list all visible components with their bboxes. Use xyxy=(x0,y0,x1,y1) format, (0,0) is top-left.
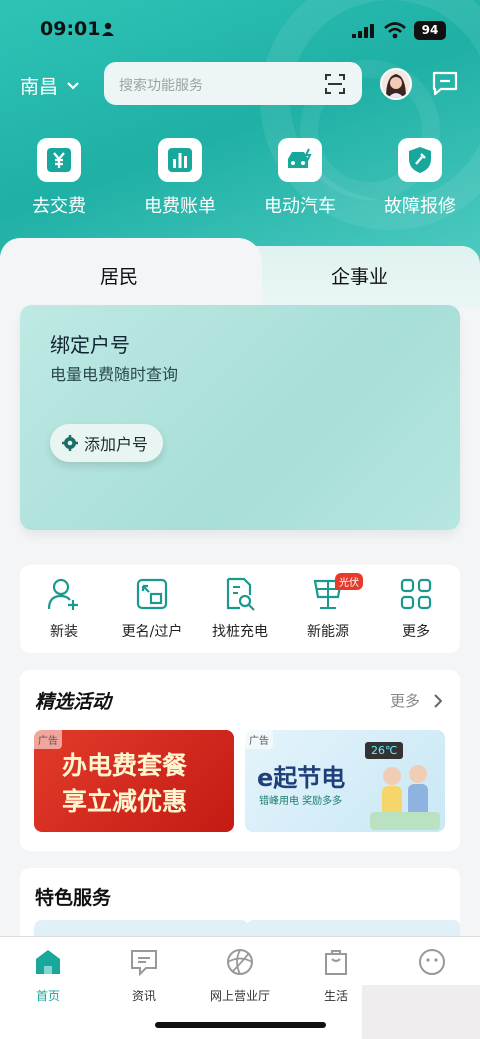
tab-profile[interactable] xyxy=(392,947,472,987)
status-bar: 09:01 94 xyxy=(0,0,480,60)
tab-label: 网上营业厅 xyxy=(209,989,270,1003)
smile-icon xyxy=(419,949,445,975)
tab-label: 首页 xyxy=(35,989,60,1003)
battery-icon: 94 xyxy=(414,21,446,40)
banner2-title: e起节电 xyxy=(257,764,346,792)
quick-action-ev[interactable]: 电动汽车 xyxy=(250,138,350,218)
transfer-icon xyxy=(136,578,168,610)
city-selector[interactable]: 南昌 xyxy=(20,72,80,99)
chat-icon xyxy=(131,950,157,977)
service-label: 新装 xyxy=(50,624,78,640)
home-indicator[interactable] xyxy=(155,1022,326,1028)
banner1-line2: 享立减优惠 xyxy=(62,787,188,816)
activities-more-link[interactable]: 更多 xyxy=(390,690,442,711)
tab-enterprise-label: 企事业 xyxy=(331,266,389,288)
service-more[interactable]: 更多 xyxy=(372,577,460,641)
battery-level: 94 xyxy=(421,23,439,37)
activities-more-label: 更多 xyxy=(389,692,420,710)
add-account-label: 添加户号 xyxy=(84,435,149,454)
gear-icon xyxy=(62,435,78,451)
avatar[interactable] xyxy=(380,68,412,100)
activities-title: 精选活动 xyxy=(35,691,112,713)
signal-icon xyxy=(352,24,374,38)
service-label: 更多 xyxy=(402,624,430,640)
corner-overlay xyxy=(362,985,480,1039)
search-doc-icon xyxy=(226,577,255,611)
chevron-down-icon xyxy=(67,81,79,90)
family-illustration xyxy=(370,765,440,830)
quick-action-label: 去交费 xyxy=(32,196,86,217)
tab-resident-label: 居民 xyxy=(100,266,139,288)
quick-action-label: 故障报修 xyxy=(384,196,456,217)
service-label: 找桩充电 xyxy=(212,624,268,640)
tab-news[interactable]: 资讯 xyxy=(104,947,184,1004)
banner2-subtitle: 错峰用电 奖励多多 xyxy=(259,796,343,807)
add-account-button[interactable]: 添加户号 xyxy=(50,424,163,462)
wifi-icon xyxy=(384,22,406,39)
service-label: 新能源 xyxy=(307,624,349,640)
banner2-temperature: 26℃ xyxy=(365,742,404,759)
banner1-line1: 办电费套餐 xyxy=(62,751,188,780)
ev-car-icon xyxy=(278,138,322,182)
featured-title: 特色服务 xyxy=(35,887,112,909)
tab-label: 资讯 xyxy=(131,989,156,1003)
bind-card-title: 绑定户号 xyxy=(50,333,130,357)
search-input[interactable]: 搜索功能服务 xyxy=(104,62,362,105)
bind-account-card: 绑定户号 电量电费随时查询 添加户号 xyxy=(20,305,460,530)
banner-bill-package[interactable]: 广告 办电费套餐 享立减优惠 xyxy=(34,730,234,832)
search-placeholder: 搜索功能服务 xyxy=(119,78,203,94)
service-transfer[interactable]: 更名/过户 xyxy=(108,577,196,641)
grid-icon xyxy=(400,578,432,610)
banner-energy-saving[interactable]: 广告 26℃ e起节电 错峰用电 奖励多多 xyxy=(245,730,445,832)
message-icon[interactable] xyxy=(432,71,458,97)
service-label: 更名/过户 xyxy=(121,624,183,640)
quick-action-label: 电费账单 xyxy=(144,196,216,217)
user-add-icon xyxy=(47,578,78,610)
city-label: 南昌 xyxy=(20,76,59,98)
quick-action-label: 电动汽车 xyxy=(264,196,336,217)
quick-action-pay[interactable]: 去交费 xyxy=(9,138,109,218)
quick-action-bill[interactable]: 电费账单 xyxy=(130,138,230,218)
service-new-install[interactable]: 新装 xyxy=(20,577,108,641)
shield-wrench-icon xyxy=(398,138,442,182)
home-icon xyxy=(36,950,60,974)
globe-icon xyxy=(227,949,253,975)
ad-tag: 广告 xyxy=(34,730,62,749)
bag-icon xyxy=(325,950,347,975)
ad-tag: 广告 xyxy=(245,730,273,749)
person-icon xyxy=(102,22,114,36)
avatar-image xyxy=(382,70,410,98)
activities-section: 精选活动 更多 广告 办电费套餐 享立减优惠 广告 26℃ e起节电 错峰用电 … xyxy=(20,670,460,851)
chevron-right-icon xyxy=(434,693,442,708)
scan-icon[interactable] xyxy=(325,74,345,94)
service-new-energy[interactable]: 光伏 新能源 xyxy=(284,573,372,641)
tab-online-hall[interactable]: 网上营业厅 xyxy=(200,947,280,1004)
service-find-charger[interactable]: 找桩充电 xyxy=(196,577,284,641)
new-energy-badge: 光伏 xyxy=(335,573,363,590)
service-grid: 新装 更名/过户 找桩充电 光伏 新能源 更多 xyxy=(20,565,460,653)
bind-card-subtitle: 电量电费随时查询 xyxy=(50,365,179,384)
tab-home[interactable]: 首页 xyxy=(8,947,88,1004)
status-time: 09:01 xyxy=(40,18,101,40)
quick-action-repair[interactable]: 故障报修 xyxy=(370,138,470,218)
yen-icon xyxy=(37,138,81,182)
bar-chart-icon xyxy=(158,138,202,182)
